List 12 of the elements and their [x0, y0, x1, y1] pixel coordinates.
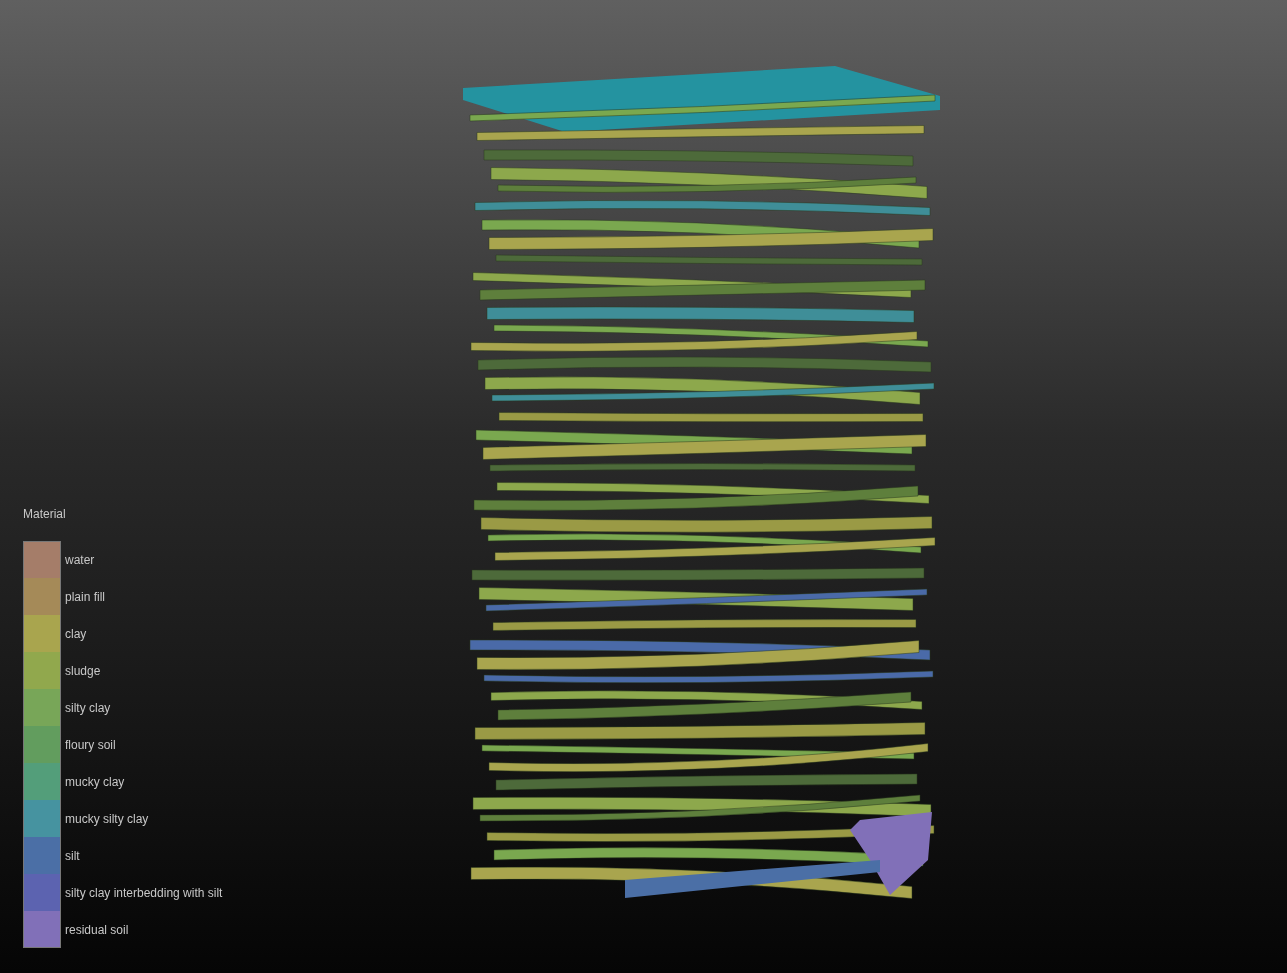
legend-label: sludge [65, 663, 101, 678]
legend-label: water [65, 552, 95, 567]
legend-label: clay [65, 626, 87, 641]
legend-label: plain fill [65, 589, 106, 604]
legend-label: floury soil [65, 737, 116, 752]
legend-label: residual soil [65, 922, 129, 937]
legend-label: mucky silty clay [65, 811, 149, 826]
legend-title: Material [23, 507, 67, 521]
legend-label: mucky clay [65, 774, 125, 789]
legend-label: silt [65, 848, 80, 863]
legend-label: silty clay [65, 700, 111, 715]
legend-label: silty clay interbedding with silt [65, 885, 223, 900]
